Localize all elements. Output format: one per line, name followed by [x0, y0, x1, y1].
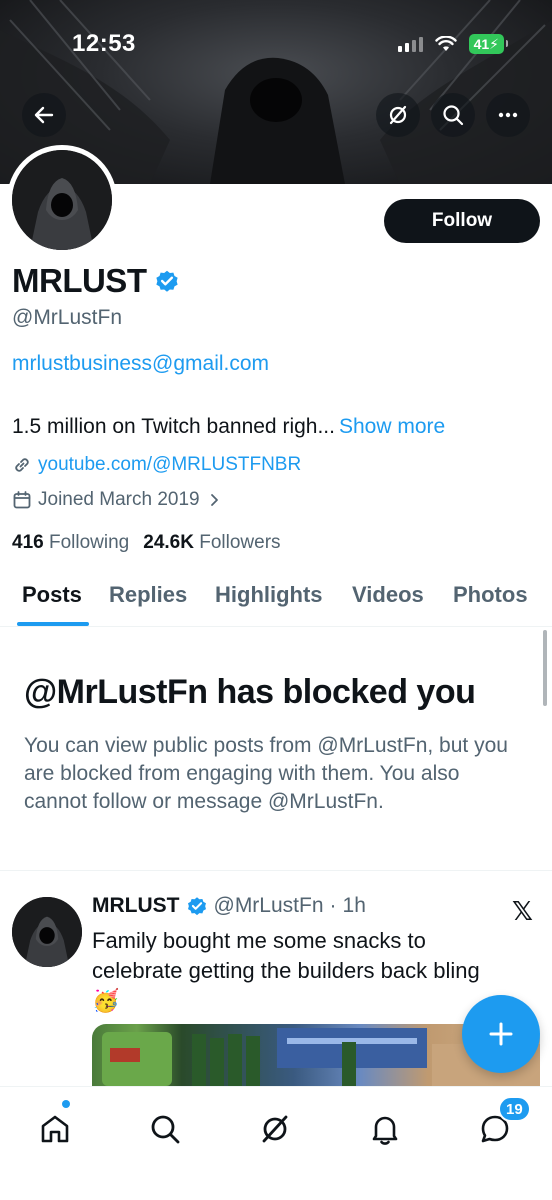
- nav-search[interactable]: [143, 1107, 187, 1151]
- show-more-link[interactable]: Show more: [339, 415, 445, 438]
- post-body: Family bought me some snacks to celebrat…: [92, 928, 480, 983]
- grok-icon: [389, 105, 407, 125]
- profile-website-row[interactable]: youtube.com/@MRLUSTFNBR: [12, 454, 301, 476]
- bell-icon: [372, 1116, 398, 1145]
- hooded-figure-image: [12, 150, 112, 250]
- blocked-description: You can view public posts from @MrLustFn…: [24, 734, 508, 813]
- followers-count: 24.6K: [143, 532, 194, 553]
- followers-link[interactable]: 24.6K Followers: [143, 532, 280, 554]
- hooded-figure-image: [12, 897, 82, 967]
- nav-notifications[interactable]: [363, 1107, 407, 1151]
- profile-tabs: Posts Replies Highlights Videos Photos: [0, 570, 552, 627]
- profile-bio: 1.5 million on Twitch banned righ... Show…: [12, 415, 445, 439]
- tab-replies[interactable]: Replies: [109, 582, 187, 608]
- tab-posts[interactable]: Posts: [22, 582, 82, 608]
- profile-name: MRLUST: [12, 262, 147, 299]
- follow-counts: 416 Following 24.6K Followers: [12, 532, 281, 554]
- verified-badge-icon[interactable]: [186, 895, 208, 917]
- wifi-icon: [434, 36, 457, 51]
- calendar-icon: [13, 491, 31, 509]
- active-tab-indicator: [17, 622, 89, 626]
- verified-badge-icon[interactable]: [154, 268, 180, 294]
- nav-home[interactable]: [33, 1107, 77, 1151]
- charging-bolt-icon: ⚡: [489, 36, 499, 52]
- post-author-name[interactable]: MRLUST: [92, 894, 180, 918]
- arrow-left-icon: [34, 106, 54, 124]
- compose-post-button[interactable]: [462, 995, 540, 1073]
- grok-button[interactable]: [376, 93, 420, 137]
- search-button[interactable]: [431, 93, 475, 137]
- following-label: Following: [48, 532, 130, 553]
- tab-highlights[interactable]: Highlights: [215, 582, 323, 608]
- bio-text: 1.5 million on Twitch banned righ...: [12, 415, 335, 438]
- battery-level: 41: [473, 36, 490, 52]
- profile-email-link[interactable]: mrlustbusiness@gmail.com: [12, 352, 269, 376]
- post-text[interactable]: Family bought me some snacks to celebrat…: [92, 926, 522, 1016]
- link-icon: [15, 458, 29, 472]
- status-icons: 41⚡: [397, 34, 509, 54]
- bottom-navigation: [0, 1086, 552, 1200]
- nav-grok[interactable]: [253, 1107, 297, 1151]
- home-icon: [41, 1115, 69, 1143]
- section-divider: [0, 870, 552, 871]
- more-button[interactable]: [486, 93, 530, 137]
- home-unread-dot: [62, 1100, 70, 1108]
- followers-label: Followers: [199, 532, 281, 553]
- joined-date: Joined March 2019: [38, 489, 200, 510]
- back-button[interactable]: [22, 93, 66, 137]
- more-dots-icon: [498, 112, 518, 118]
- tab-videos[interactable]: Videos: [352, 582, 424, 608]
- profile-name-row: MRLUST: [12, 262, 180, 300]
- following-count: 416: [12, 532, 44, 553]
- post-header: MRLUST @MrLustFn · 1h: [92, 894, 366, 918]
- grok-icon: [262, 1115, 288, 1143]
- post-separator: ·: [329, 894, 337, 917]
- profile-handle: @MrLustFn: [12, 306, 123, 329]
- post-time[interactable]: 1h: [343, 894, 366, 918]
- party-emoji: 🥳: [92, 988, 120, 1013]
- battery-indicator: 41⚡: [468, 34, 509, 54]
- following-link[interactable]: 416 Following: [12, 532, 129, 554]
- scrollbar[interactable]: [543, 630, 547, 706]
- post-avatar[interactable]: [12, 897, 82, 967]
- search-icon: [443, 105, 464, 126]
- status-time: 12:53: [72, 30, 136, 57]
- chevron-right-icon: [210, 494, 218, 506]
- tab-photos[interactable]: Photos: [453, 582, 528, 608]
- blocked-title: @MrLustFn has blocked you: [24, 673, 476, 711]
- profile-joined-row[interactable]: Joined March 2019: [12, 489, 222, 511]
- follow-button[interactable]: Follow: [384, 199, 540, 243]
- signal-icon: [397, 36, 423, 52]
- search-icon: [151, 1115, 180, 1144]
- plus-icon: [489, 1022, 513, 1046]
- x-logo-icon: 𝕏: [512, 896, 533, 926]
- messages-badge: 19: [498, 1096, 531, 1122]
- profile-avatar[interactable]: [7, 145, 117, 255]
- profile-website-link[interactable]: youtube.com/@MRLUSTFNBR: [38, 454, 301, 476]
- post-author-handle[interactable]: @MrLustFn: [214, 894, 324, 918]
